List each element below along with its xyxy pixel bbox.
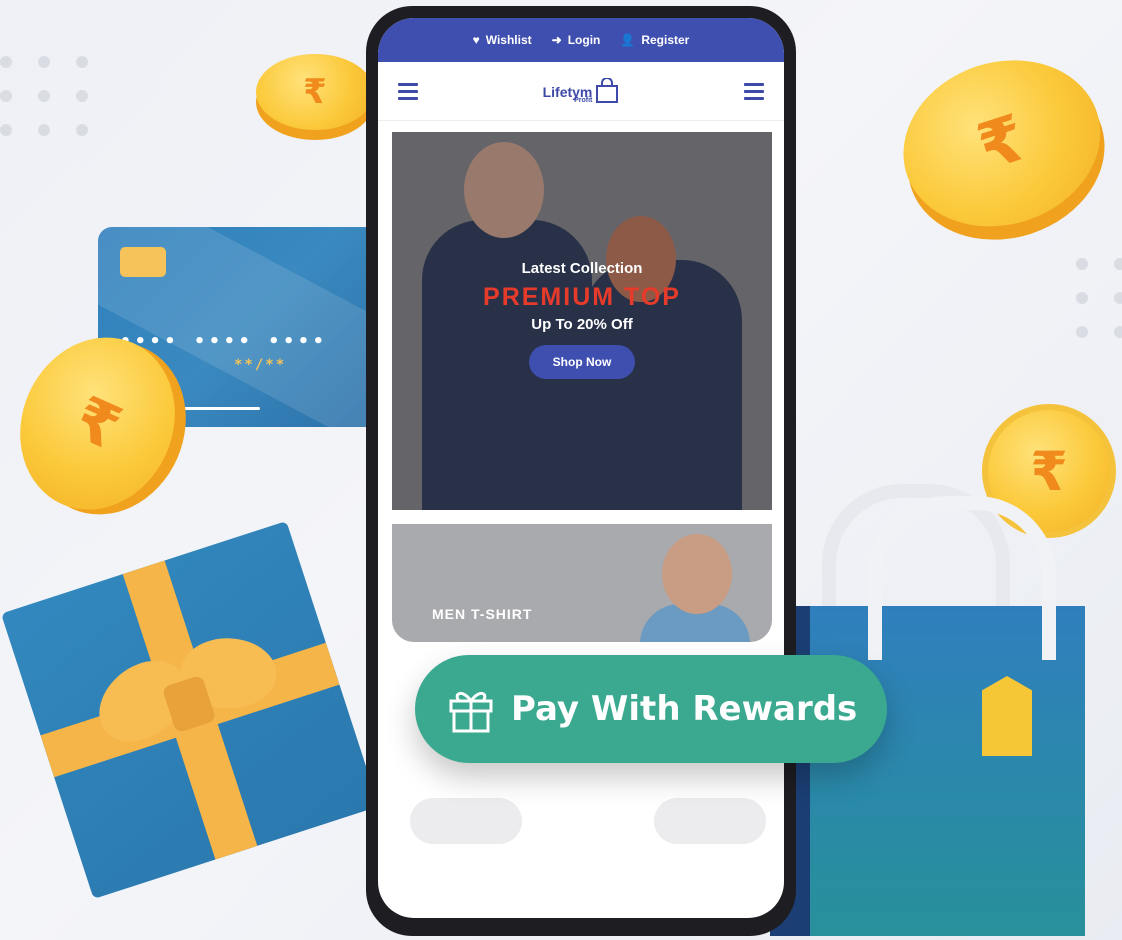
wishlist-link[interactable]: ♥ Wishlist <box>473 33 532 47</box>
navbar: Lifetym Profit <box>378 62 784 121</box>
hero-title: PREMIUM TOP <box>483 283 681 311</box>
pay-with-rewards-label: Pay With Rewards <box>511 689 858 729</box>
price-tag-icon <box>982 676 1032 756</box>
pay-with-rewards-button[interactable]: Pay With Rewards <box>415 655 887 763</box>
bag-handle-front <box>868 496 1056 660</box>
rupee-coin-icon: ₹ <box>256 54 374 140</box>
gift-icon <box>449 692 493 733</box>
hero-banner: Latest Collection PREMIUM TOP Up To 20% … <box>392 132 772 510</box>
login-link[interactable]: ➜ Login <box>552 33 601 47</box>
gift-box-illustration <box>0 520 380 900</box>
card-expiry: **/** <box>234 357 287 373</box>
placeholder-pill <box>654 798 766 844</box>
decor-dots-left <box>0 56 88 136</box>
hero-subtitle: Latest Collection <box>521 260 643 277</box>
card-chip-icon <box>120 247 166 277</box>
card-number: •••• •••• •••• <box>120 331 328 352</box>
heart-icon: ♥ <box>472 33 480 47</box>
hamburger-icon[interactable] <box>398 82 418 100</box>
register-label: Register <box>641 33 690 47</box>
decor-dots-right <box>1076 258 1122 338</box>
placeholder-pill <box>410 798 522 844</box>
wishlist-label: Wishlist <box>485 33 532 47</box>
menu-icon[interactable] <box>743 82 764 100</box>
site-logo[interactable]: Lifetym Profit <box>543 78 620 104</box>
men-tshirt-banner[interactable]: MEN T-SHIRT <box>392 524 772 642</box>
login-icon: ➜ <box>551 33 562 47</box>
register-link[interactable]: 👤 Register <box>620 33 689 47</box>
login-label: Login <box>567 33 601 47</box>
bag-logo-icon <box>596 78 619 103</box>
register-icon: 👤 <box>620 33 636 47</box>
hero-offer: Up To 20% Off <box>531 316 633 333</box>
men-tshirt-label: MEN T-SHIRT <box>432 606 533 622</box>
shop-now-button[interactable]: Shop Now <box>528 345 636 379</box>
rupee-coin-icon: ₹ <box>881 35 1122 265</box>
top-links-bar: ♥ Wishlist ➜ Login 👤 Register <box>378 18 784 62</box>
phone-screen: ♥ Wishlist ➜ Login 👤 Register Lifetym Pr… <box>378 18 784 918</box>
